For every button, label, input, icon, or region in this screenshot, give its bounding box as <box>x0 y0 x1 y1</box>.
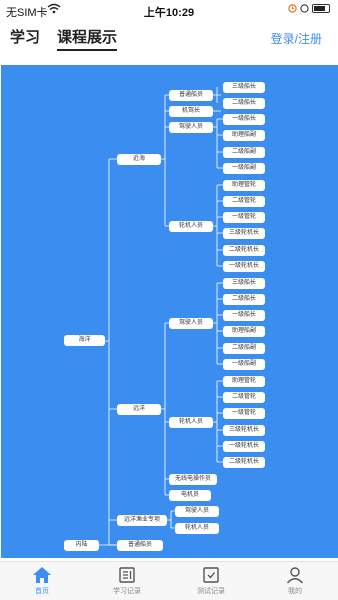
test-record-icon <box>203 567 219 583</box>
mindmap-leaf[interactable]: 助理管轮 <box>223 180 265 191</box>
mindmap-node-near-sea[interactable]: 近海 <box>117 154 161 165</box>
mindmap-node-near-engine[interactable]: 轮机人员 <box>169 221 213 232</box>
tab-label: 学习记录 <box>113 588 141 595</box>
mindmap-leaf[interactable]: 一级船长 <box>223 310 265 321</box>
tab-test-record[interactable]: 测试记录 <box>183 566 239 596</box>
mindmap-node-near-captain[interactable]: 机驾长 <box>169 106 213 117</box>
mindmap-node-inland-crew[interactable]: 普通船员 <box>117 540 163 551</box>
mindmap-leaf[interactable]: 助理管轮 <box>223 376 265 387</box>
mindmap-leaf[interactable]: 一级船长 <box>223 114 265 125</box>
mindmap-leaf[interactable]: 三级轮机长 <box>223 425 265 436</box>
home-icon <box>33 567 51 583</box>
tab-profile[interactable]: 我的 <box>267 566 323 596</box>
tab-label: 我的 <box>288 588 302 595</box>
mindmap-leaf[interactable]: 二级船长 <box>223 294 265 305</box>
tab-study-record[interactable]: 学习记录 <box>99 566 155 596</box>
mindmap-node-far-sea[interactable]: 远洋 <box>117 404 161 415</box>
bottom-tab-bar: 首页 学习记录 测试记录 我的 <box>0 561 338 600</box>
mindmap-node-near-crew[interactable]: 普通船员 <box>169 90 213 101</box>
status-bar: 无SIM卡 上午10:29 <box>0 0 338 20</box>
tab-study[interactable]: 学习 <box>10 26 40 47</box>
mindmap-leaf[interactable]: 二级船副 <box>223 147 265 158</box>
mindmap-node-near-driver[interactable]: 驾驶人员 <box>169 122 213 133</box>
mindmap-leaf[interactable]: 二级船副 <box>223 343 265 354</box>
tab-home[interactable]: 首页 <box>14 566 70 596</box>
mindmap-node-far-electric[interactable]: 电机员 <box>169 490 211 501</box>
mindmap-node-far-engine[interactable]: 轮机人员 <box>169 417 213 428</box>
mindmap-leaf[interactable]: 一级船副 <box>223 359 265 370</box>
mindmap-node-far-driver[interactable]: 驾驶人员 <box>169 318 213 329</box>
mindmap-leaf[interactable]: 三级轮机长 <box>223 228 265 239</box>
mindmap-leaf[interactable]: 一级轮机长 <box>223 261 265 272</box>
mindmap-leaf[interactable]: 一级管轮 <box>223 212 265 223</box>
login-register-link[interactable]: 登录/注册 <box>271 30 322 47</box>
profile-icon <box>286 567 304 584</box>
mindmap-leaf[interactable]: 一级管轮 <box>223 408 265 419</box>
alarm-icon <box>288 4 297 13</box>
orientation-lock-icon <box>300 4 309 13</box>
mindmap-leaf[interactable]: 一级船副 <box>223 163 265 174</box>
mindmap-leaf[interactable]: 三级船长 <box>223 278 265 289</box>
tab-course-display[interactable]: 课程展示 <box>57 26 118 51</box>
mindmap-node-root[interactable]: 海洋 <box>64 335 105 346</box>
mindmap-leaf[interactable]: 一级轮机长 <box>223 441 265 452</box>
mindmap-leaf[interactable]: 二级轮机长 <box>223 245 265 256</box>
study-record-icon <box>119 567 135 583</box>
mindmap-node-fishing-driver[interactable]: 驾驶人员 <box>175 506 219 517</box>
mindmap-leaf[interactable]: 二级管轮 <box>223 196 265 207</box>
mindmap-node-inland[interactable]: 内陆 <box>64 540 99 551</box>
mindmap-leaf[interactable]: 助理船副 <box>223 130 265 141</box>
tab-label: 测试记录 <box>197 588 225 595</box>
mindmap-leaf[interactable]: 助理船副 <box>223 326 265 337</box>
course-mindmap: 海洋 近海 远洋 远洋渔业专项 内陆 普通船员 机驾长 驾驶人员 轮机人员 三级… <box>1 65 338 558</box>
mindmap-node-fishing-engine[interactable]: 轮机人员 <box>175 523 219 534</box>
mindmap-node-fishing[interactable]: 远洋渔业专项 <box>117 515 167 526</box>
mindmap-leaf[interactable]: 二级轮机长 <box>223 457 265 468</box>
mindmap-node-far-radio[interactable]: 无线电操作员 <box>169 474 217 485</box>
mindmap-leaf[interactable]: 二级管轮 <box>223 392 265 403</box>
top-header: 学习 课程展示 登录/注册 <box>0 20 338 62</box>
mindmap-leaf[interactable]: 二级船长 <box>223 98 265 109</box>
tab-label: 首页 <box>35 588 49 595</box>
battery-icon <box>312 4 330 13</box>
mindmap-leaf[interactable]: 三级船长 <box>223 82 265 93</box>
